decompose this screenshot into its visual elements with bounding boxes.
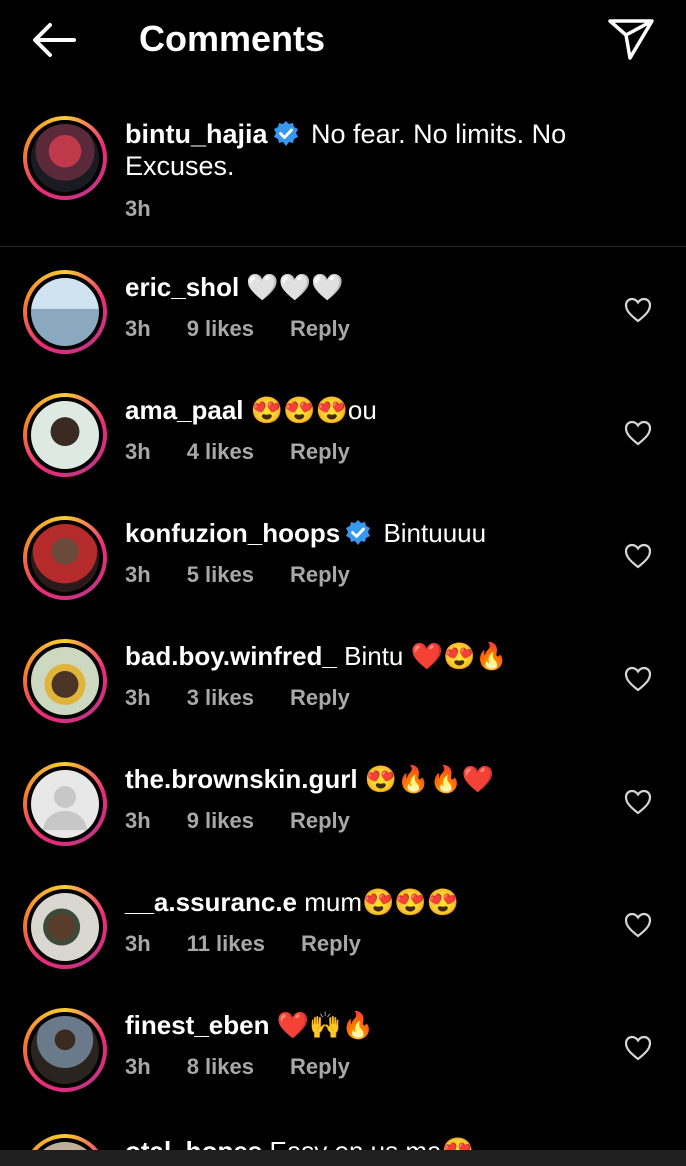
top-bar: Comments: [0, 0, 686, 80]
heart-icon: [624, 543, 652, 569]
comment-item: finest_eben ❤️🙌🔥 3h 8 likes Reply: [0, 1008, 686, 1131]
heart-icon: [624, 666, 652, 692]
heart-icon: [624, 1035, 652, 1061]
comment-timestamp: 3h: [125, 562, 151, 587]
avatar[interactable]: [23, 639, 107, 723]
avatar-image: [31, 647, 99, 715]
page-title: Comments: [139, 18, 326, 59]
like-button[interactable]: [624, 420, 652, 446]
like-count[interactable]: 11 likes: [187, 931, 265, 956]
default-avatar-icon: [31, 770, 99, 838]
avatar[interactable]: [23, 762, 107, 846]
verified-badge-icon: [344, 519, 372, 547]
avatar-image: [31, 524, 99, 592]
like-count[interactable]: 9 likes: [187, 316, 254, 341]
comment-text: 😍😍😍ou: [250, 395, 377, 425]
avatar-image: [31, 401, 99, 469]
like-button[interactable]: [624, 543, 652, 569]
like-count[interactable]: 4 likes: [187, 439, 254, 464]
arrow-left-icon: [33, 23, 76, 57]
reply-button[interactable]: Reply: [301, 931, 361, 956]
caption-timestamp: 3h: [125, 196, 151, 221]
comment-item: bad.boy.winfred_ Bintu ❤️😍🔥 3h 3 likes Rep…: [0, 639, 686, 762]
verified-badge-icon: [272, 120, 300, 148]
comment-timestamp: 3h: [125, 808, 151, 833]
avatar[interactable]: [23, 1008, 107, 1092]
like-button[interactable]: [624, 912, 652, 938]
comment-username[interactable]: konfuzion_hoops: [125, 518, 340, 548]
like-count[interactable]: 5 likes: [187, 562, 254, 587]
comment-username[interactable]: ama_paal: [125, 395, 244, 425]
reply-button[interactable]: Reply: [290, 1054, 350, 1079]
comment-timestamp: 3h: [125, 1054, 151, 1079]
heart-icon: [624, 420, 652, 446]
heart-icon: [624, 789, 652, 815]
reply-button[interactable]: Reply: [290, 685, 350, 710]
heart-icon: [624, 297, 652, 323]
avatar[interactable]: [23, 393, 107, 477]
comment-timestamp: 3h: [125, 685, 151, 710]
avatar-image: [31, 124, 99, 192]
post-caption: bintu_hajia No fear. No limits. No Excus…: [0, 100, 686, 247]
like-count[interactable]: 9 likes: [187, 808, 254, 833]
reply-button[interactable]: Reply: [290, 808, 350, 833]
avatar[interactable]: [23, 516, 107, 600]
avatar[interactable]: [23, 116, 107, 200]
back-button[interactable]: [28, 18, 80, 62]
like-button[interactable]: [624, 1035, 652, 1061]
comment-item: the.brownskin.gurl 😍🔥🔥❤️ 3h 9 likes Reply: [0, 762, 686, 885]
like-count[interactable]: 8 likes: [187, 1054, 254, 1079]
heart-icon: [624, 912, 652, 938]
comment-username[interactable]: eric_shol: [125, 272, 239, 302]
comment-username[interactable]: bad.boy.winfred_: [125, 641, 337, 671]
comment-timestamp: 3h: [125, 316, 151, 341]
reply-button[interactable]: Reply: [290, 316, 350, 341]
comment-text: 🤍🤍🤍: [246, 272, 344, 302]
comment-text: mum😍😍😍: [304, 887, 460, 917]
avatar[interactable]: [23, 270, 107, 354]
avatar-image: [31, 893, 99, 961]
reply-button[interactable]: Reply: [290, 562, 350, 587]
comment-timestamp: 3h: [125, 931, 151, 956]
comment-username[interactable]: finest_eben: [125, 1010, 270, 1040]
caption-username[interactable]: bintu_hajia: [125, 119, 268, 149]
like-button[interactable]: [624, 297, 652, 323]
comment-text: Bintu ❤️😍🔥: [344, 641, 508, 671]
comment-text: Bintuuuu: [383, 518, 487, 548]
comment-item: konfuzion_hoops Bintuuuu 3h 5 likes Reply: [0, 516, 686, 639]
avatar-image: [31, 278, 99, 346]
bottom-edge-bar: [0, 1150, 686, 1166]
paper-plane-icon: [608, 19, 654, 60]
comment-text: 😍🔥🔥❤️: [364, 764, 495, 794]
comment-username[interactable]: __a.ssuranc.e: [125, 887, 297, 917]
comment-username[interactable]: the.brownskin.gurl: [125, 764, 358, 794]
reply-button[interactable]: Reply: [290, 439, 350, 464]
comment-item: ama_paal 😍😍😍ou 3h 4 likes Reply: [0, 393, 686, 516]
comment-item: __a.ssuranc.e mum😍😍😍 3h 11 likes Reply: [0, 885, 686, 1008]
avatar[interactable]: [23, 885, 107, 969]
comment-timestamp: 3h: [125, 439, 151, 464]
like-button[interactable]: [624, 789, 652, 815]
comment-item: eric_shol 🤍🤍🤍 3h 9 likes Reply: [0, 270, 686, 393]
like-button[interactable]: [624, 666, 652, 692]
comment-text: ❤️🙌🔥: [276, 1010, 374, 1040]
like-count[interactable]: 3 likes: [187, 685, 254, 710]
share-button[interactable]: [606, 16, 656, 62]
avatar-image: [31, 1016, 99, 1084]
